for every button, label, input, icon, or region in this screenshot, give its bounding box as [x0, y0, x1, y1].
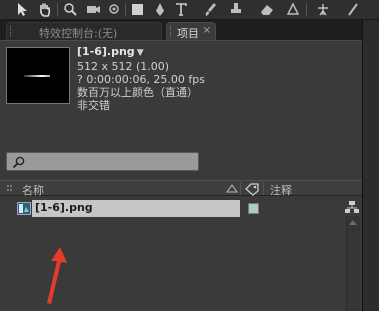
asset-interlace: 非交错: [77, 99, 110, 112]
tab-effect-controls-label: 特效控制台:(无): [39, 27, 118, 40]
panel-tab-row: 特效控制台:(无) 项目 ×: [0, 20, 379, 54]
project-search[interactable]: [6, 152, 199, 171]
search-icon: [12, 156, 25, 169]
tab-effect-controls[interactable]: 特效控制台:(无): [6, 22, 162, 40]
selection-icon[interactable]: [14, 2, 30, 17]
pen-icon[interactable]: [152, 2, 168, 17]
camera-icon[interactable]: [85, 2, 101, 17]
brush-icon[interactable]: [203, 2, 219, 17]
sort-ascending-icon[interactable]: [226, 184, 238, 193]
vertical-scrollbar[interactable]: [346, 216, 360, 311]
tools-toolbar: [0, 0, 379, 20]
scroll-up-icon[interactable]: [347, 217, 359, 227]
clone-icon[interactable]: [228, 2, 244, 17]
asset-dimensions: 512 x 512 (1.00): [77, 60, 170, 73]
column-divider[interactable]: [263, 182, 264, 195]
adjacent-panel-edge: [362, 20, 379, 40]
label-tag-icon[interactable]: [244, 182, 260, 196]
flowchart-icon[interactable]: [344, 200, 360, 214]
rectangle-icon[interactable]: [130, 2, 146, 17]
thumbnail-content: [24, 75, 50, 77]
chevron-down-icon[interactable]: ▼: [137, 48, 144, 58]
png-file-icon: [17, 202, 31, 215]
zoom-icon[interactable]: [62, 2, 78, 17]
tab-project[interactable]: 项目 ×: [166, 22, 216, 40]
asset-name-row[interactable]: [1-6].png ▼: [77, 45, 205, 60]
column-name-header[interactable]: 名称: [22, 182, 44, 198]
eraser-icon[interactable]: [259, 2, 275, 17]
item-name[interactable]: [1-6].png: [32, 200, 240, 217]
column-comment-header[interactable]: 注释: [270, 182, 292, 198]
tab-grip-icon[interactable]: [10, 26, 12, 37]
close-icon[interactable]: ×: [203, 25, 211, 36]
tab-project-label: 项目: [177, 27, 199, 40]
column-grip-icon[interactable]: [6, 184, 14, 193]
asset-color-depth: 数百万以上颜色（直通）: [77, 86, 198, 99]
pan-behind-icon[interactable]: [106, 2, 122, 17]
puppet-icon[interactable]: [315, 2, 331, 17]
roto-icon[interactable]: [285, 2, 301, 17]
column-header: 名称 注释: [0, 180, 362, 198]
annotation-arrow: [47, 247, 67, 304]
asset-duration: ? 0:00:00:06, 25.00 fps: [77, 73, 206, 86]
asset-thumbnail: [6, 47, 70, 104]
search-input[interactable]: [27, 154, 197, 169]
asset-name: [1-6].png: [77, 45, 135, 58]
column-divider[interactable]: [240, 182, 241, 195]
adjacent-panel-edge: [362, 40, 379, 311]
text-icon[interactable]: [173, 2, 189, 17]
puppet-pin-icon[interactable]: [345, 2, 361, 17]
project-panel: [1-6].png ▼ 512 x 512 (1.00) ? 0:00:00:06…: [0, 40, 362, 311]
item-label-color[interactable]: [248, 203, 259, 214]
table-row[interactable]: [1-6].png: [0, 200, 362, 217]
asset-info: [1-6].png ▼ 512 x 512 (1.00) ? 0:00:00:06…: [77, 45, 205, 112]
hand-icon[interactable]: [37, 2, 53, 17]
tab-grip-icon[interactable]: [170, 26, 172, 37]
